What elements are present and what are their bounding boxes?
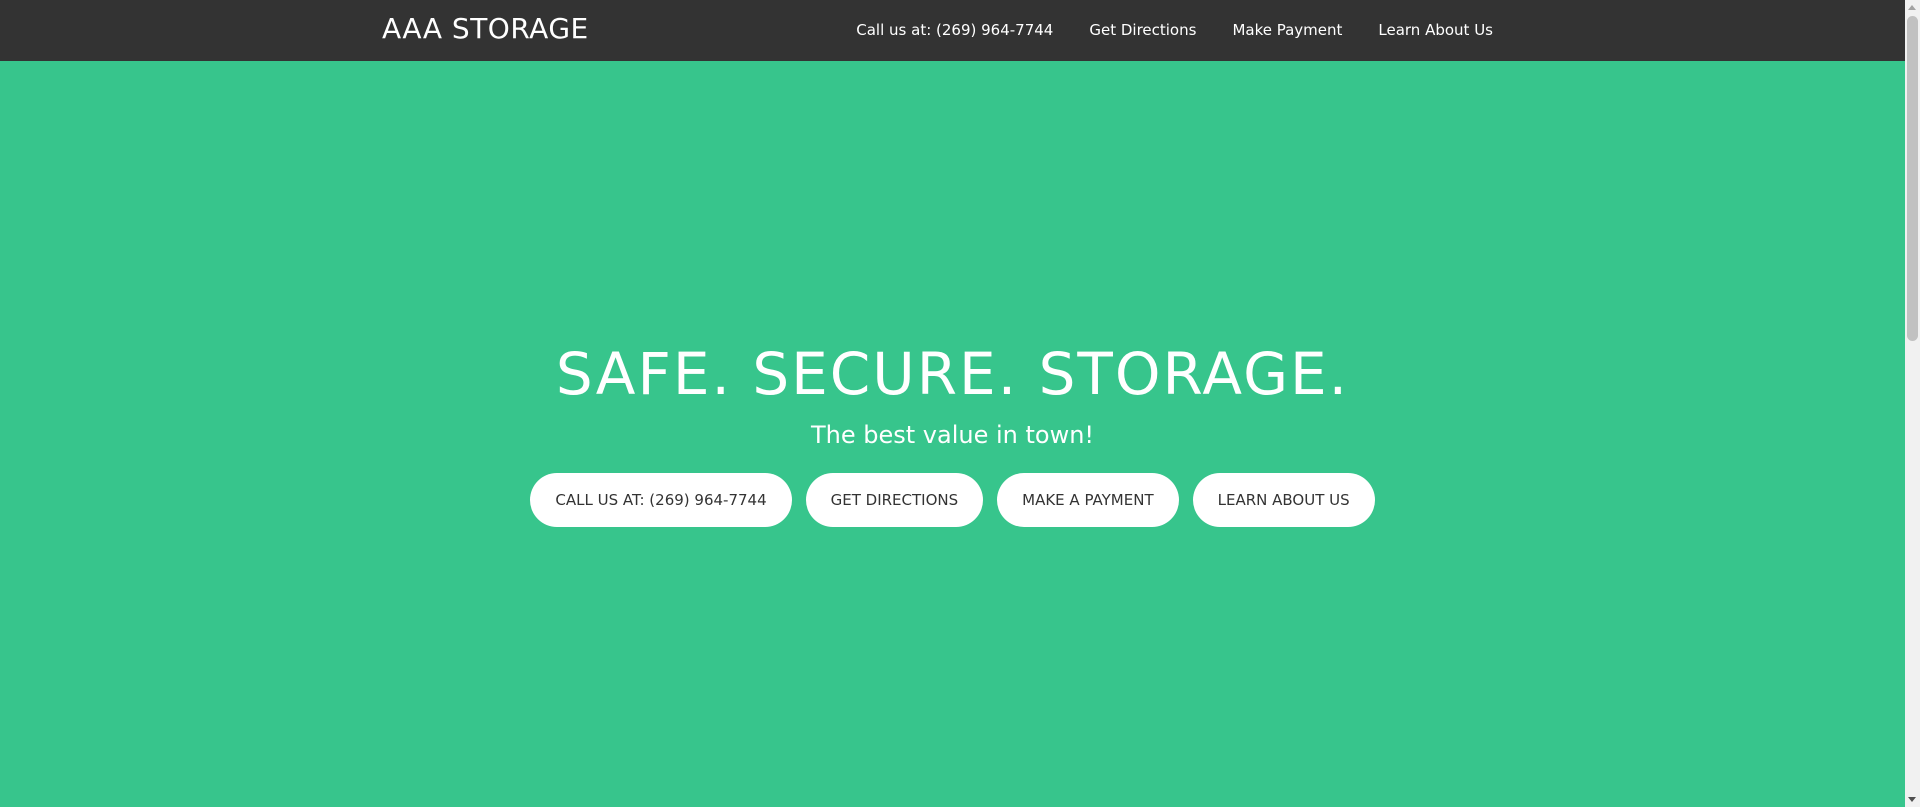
- make-payment-button[interactable]: MAKE A PAYMENT: [997, 473, 1179, 527]
- nav-link-call[interactable]: Call us at: (269) 964-7744: [856, 20, 1053, 42]
- scroll-thumb[interactable]: [1907, 16, 1918, 341]
- hero-title: SAFE. SECURE. STORAGE.: [555, 340, 1350, 408]
- brand-logo-link[interactable]: AAA STORAGE: [382, 12, 589, 46]
- scroll-down-arrow-icon[interactable]: [1908, 797, 1916, 802]
- hero-section: SAFE. SECURE. STORAGE. The best value in…: [0, 61, 1905, 807]
- hero-buttons: CALL US AT: (269) 964-7744 GET DIRECTION…: [0, 473, 1905, 527]
- call-us-button[interactable]: CALL US AT: (269) 964-7744: [530, 473, 792, 527]
- page: AAA STORAGE Call us at: (269) 964-7744 G…: [0, 0, 1920, 807]
- get-directions-button[interactable]: GET DIRECTIONS: [805, 473, 984, 527]
- nav-link-about[interactable]: Learn About Us: [1378, 20, 1493, 42]
- scroll-up-arrow-icon[interactable]: [1908, 5, 1916, 10]
- learn-about-us-button[interactable]: LEARN ABOUT US: [1192, 473, 1375, 527]
- nav-link-directions[interactable]: Get Directions: [1089, 20, 1196, 42]
- hero-subtitle: The best value in town!: [810, 421, 1095, 449]
- vertical-scrollbar[interactable]: [1905, 0, 1920, 807]
- nav-links: Call us at: (269) 964-7744 Get Direction…: [820, 20, 1493, 42]
- top-navbar: AAA STORAGE Call us at: (269) 964-7744 G…: [0, 0, 1905, 61]
- nav-link-payment[interactable]: Make Payment: [1232, 20, 1342, 42]
